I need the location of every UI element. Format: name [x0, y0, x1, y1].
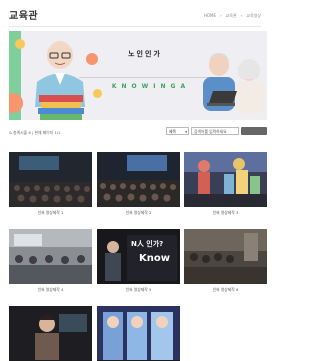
video-thumbnail[interactable] — [9, 229, 92, 284]
video-caption[interactable]: 인싸 영상제작 1 — [9, 210, 92, 216]
breadcrumb-separator: › — [220, 13, 222, 18]
breadcrumb-current[interactable]: 교육영상 — [246, 13, 261, 19]
lecture-hall-image — [97, 152, 180, 207]
video-thumbnail[interactable] — [9, 306, 92, 361]
thumbnail-text: N人 인가? — [131, 240, 164, 248]
video-thumbnail[interactable] — [97, 152, 180, 207]
interview-image — [9, 306, 92, 360]
video-caption[interactable]: 인싸 영상제작 5 — [97, 287, 180, 293]
seminar-room-image — [9, 229, 92, 284]
video-caption[interactable]: 인싸 영상제작 6 — [184, 287, 267, 293]
search-input[interactable]: 검색어를 입력하세요 — [191, 127, 239, 135]
chevron-down-icon: ▾ — [185, 130, 187, 134]
poster-image — [97, 306, 180, 360]
video-caption[interactable]: 인싸 영상제작 4 — [9, 287, 92, 293]
banner-yellow-circle — [15, 39, 25, 49]
breadcrumb: HOME › 교육관 › 교육영상 — [204, 13, 261, 19]
header-divider — [9, 26, 261, 27]
hero-banner: 노인인가 KNOWINGA — [9, 31, 267, 120]
thumbnail-text: Know — [139, 253, 170, 264]
video-caption[interactable]: 인싸 영상제작 2 — [97, 210, 180, 216]
video-thumbnail[interactable] — [184, 229, 267, 284]
elderly-couple-illustration — [203, 53, 265, 113]
video-thumbnail[interactable]: N人 인가? Know — [97, 229, 180, 284]
search-button[interactable] — [241, 127, 267, 135]
site-title: 교육관 — [9, 11, 39, 22]
banner-subtitle: KNOWINGA — [111, 83, 191, 90]
search-category-value: 제목 — [169, 129, 176, 134]
elderly-man-illustration — [35, 41, 85, 120]
breadcrumb-home[interactable]: HOME — [204, 13, 216, 19]
video-thumbnail[interactable] — [97, 306, 180, 361]
breadcrumb-separator: › — [240, 13, 243, 18]
search-category-select[interactable]: 제목 ▾ — [166, 127, 189, 135]
event-stage-image — [184, 152, 267, 207]
video-thumbnail[interactable] — [184, 152, 267, 207]
lecture-hall-image — [9, 152, 92, 207]
video-caption[interactable]: 인싸 영상제작 3 — [184, 210, 267, 216]
video-thumbnail[interactable] — [9, 152, 92, 207]
breadcrumb-section[interactable]: 교육관 — [226, 13, 237, 19]
banner-title: 노인인가 — [128, 50, 162, 58]
archive-photo-image — [184, 229, 267, 284]
post-count-info: & 총게시물 6 | 현재 페이지 1/1 — [9, 130, 61, 135]
